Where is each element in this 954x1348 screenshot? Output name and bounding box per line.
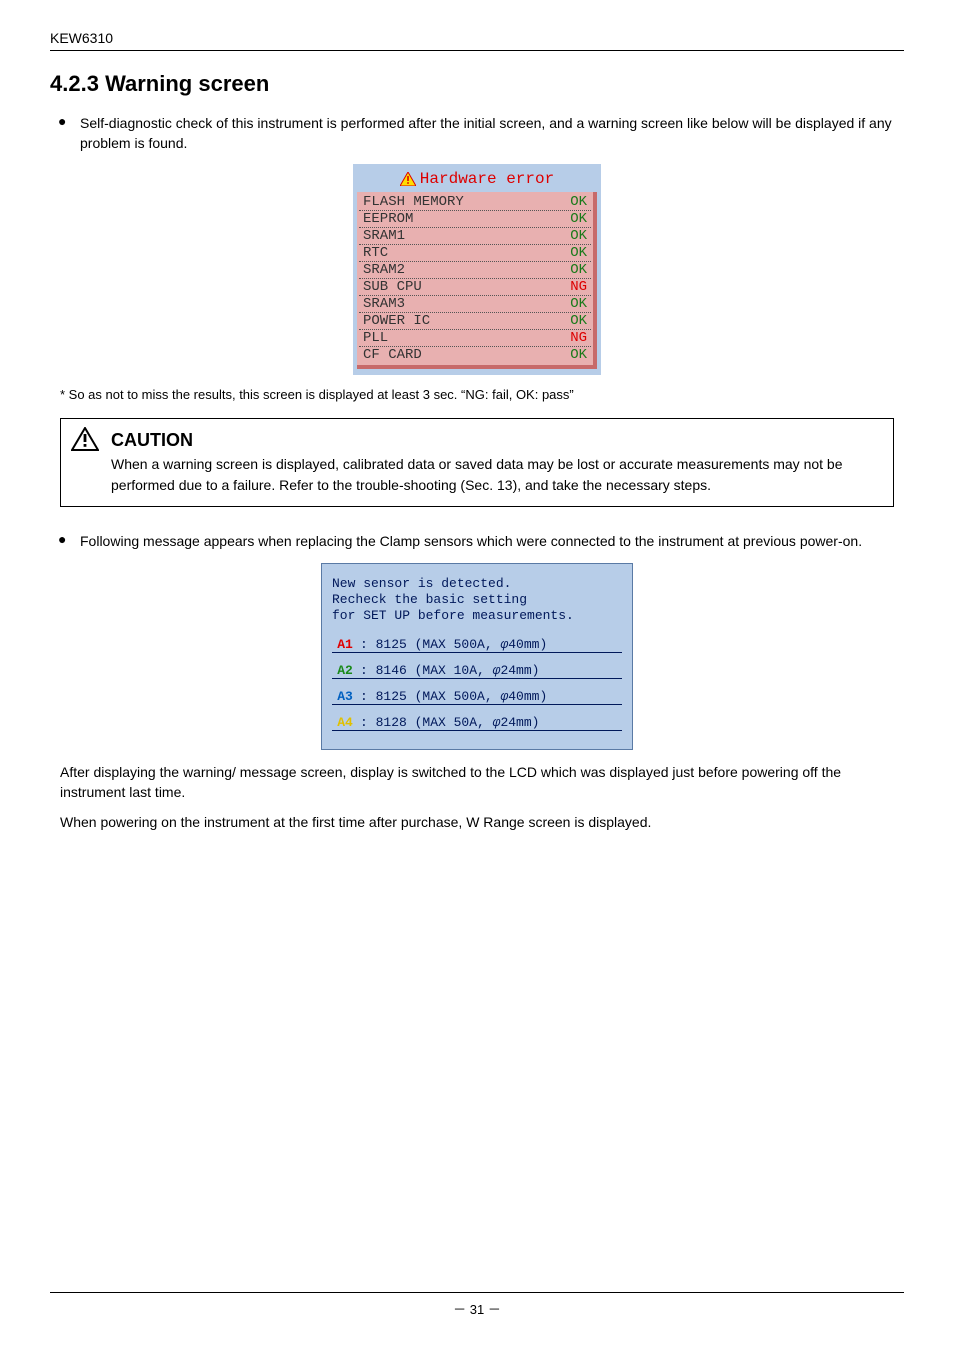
sensor-rows: A1 : 8125 (MAX 500A, φ40mm) A2 : 8146 (MAX … bbox=[332, 637, 622, 731]
hw-row: SUB CPU NG bbox=[359, 279, 591, 296]
hw-row: RTC OK bbox=[359, 245, 591, 262]
hw-item-name: SUB CPU bbox=[363, 279, 422, 295]
page-header: KEW6310 bbox=[50, 30, 904, 46]
hw-item-status: OK bbox=[570, 211, 587, 227]
hardware-error-table: FLASH MEMORY OK EEPROM OK SRAM1 OK RTC OK SRAM2 O… bbox=[357, 192, 597, 369]
hw-row: POWER IC OK bbox=[359, 313, 591, 330]
hw-row: EEPROM OK bbox=[359, 211, 591, 228]
hw-item-name: POWER IC bbox=[363, 313, 430, 329]
sensor-row: A1 : 8125 (MAX 500A, φ40mm) bbox=[332, 637, 622, 653]
caution-body: CAUTION When a warning screen is display… bbox=[111, 427, 883, 496]
sensor-desc: : 8125 (MAX 500A, φ40mm) bbox=[360, 637, 547, 652]
bullet-item: ● Self-diagnostic check of this instrume… bbox=[58, 113, 904, 154]
sensor-row: A2 : 8146 (MAX 10A, φ24mm) bbox=[332, 663, 622, 679]
sensor-desc: : 8146 (MAX 10A, φ24mm) bbox=[360, 663, 539, 678]
hw-item-status: OK bbox=[570, 194, 587, 210]
sensor-channel: A1 bbox=[334, 637, 356, 652]
page-number: － 31 － bbox=[50, 1299, 904, 1318]
caution-text: When a warning screen is displayed, cali… bbox=[111, 456, 843, 493]
hw-row: PLL NG bbox=[359, 330, 591, 347]
bullet-dot: ● bbox=[58, 113, 80, 154]
sensor-desc: : 8128 (MAX 50A, φ24mm) bbox=[360, 715, 539, 730]
hw-item-name: FLASH MEMORY bbox=[363, 194, 464, 210]
sensor-channel: A2 bbox=[334, 663, 356, 678]
hw-item-status: OK bbox=[570, 262, 587, 278]
hw-item-status: OK bbox=[570, 313, 587, 329]
warning-icon bbox=[400, 172, 416, 186]
section-title: 4.2.3 Warning screen bbox=[50, 71, 904, 97]
hardware-error-screenshot: Hardware error FLASH MEMORYOKEEPROMOKSRA… bbox=[353, 164, 601, 375]
hw-item-name: SRAM2 bbox=[363, 262, 405, 278]
sensor-row: A4 : 8128 (MAX 50A, φ24mm) bbox=[332, 715, 622, 731]
after-note-1: After displaying the warning/ message sc… bbox=[60, 762, 894, 803]
caution-icon bbox=[71, 427, 111, 496]
section-number: 4.2.3 bbox=[50, 71, 99, 96]
hw-row: SRAM1 OK bbox=[359, 228, 591, 245]
bullet-text: Following message appears when replacing… bbox=[80, 531, 904, 551]
bullet-item: ● Following message appears when replaci… bbox=[58, 531, 904, 551]
hw-item-status: OK bbox=[570, 347, 587, 363]
hw-item-name: SRAM1 bbox=[363, 228, 405, 244]
hw-caption: * So as not to miss the results, this sc… bbox=[60, 387, 894, 402]
hw-item-status: NG bbox=[570, 330, 587, 346]
hw-row: SRAM3 OK bbox=[359, 296, 591, 313]
caution-label: CAUTION bbox=[111, 430, 193, 450]
hw-item-name: CF CARD bbox=[363, 347, 422, 363]
after-note-2: When powering on the instrument at the f… bbox=[60, 812, 894, 832]
page-footer: － 31 － bbox=[50, 1292, 904, 1318]
sensor-message: New sensor is detected. Recheck the basi… bbox=[332, 576, 622, 625]
header-rule bbox=[50, 50, 904, 51]
hw-item-name: SRAM3 bbox=[363, 296, 405, 312]
section-title-text: Warning screen bbox=[105, 71, 269, 96]
caution-box: CAUTION When a warning screen is display… bbox=[60, 418, 894, 507]
sensor-channel: A3 bbox=[334, 689, 356, 704]
sensor-detected-screenshot: New sensor is detected. Recheck the basi… bbox=[321, 563, 633, 750]
hw-item-status: OK bbox=[570, 228, 587, 244]
bullet-text: Self-diagnostic check of this instrument… bbox=[80, 113, 904, 154]
close-quote: ” bbox=[569, 387, 573, 402]
hw-item-name: EEPROM bbox=[363, 211, 413, 227]
footer-rule bbox=[50, 1292, 904, 1293]
sensor-desc: : 8125 (MAX 500A, φ40mm) bbox=[360, 689, 547, 704]
sensor-row: A3 : 8125 (MAX 500A, φ40mm) bbox=[332, 689, 622, 705]
hw-row: SRAM2 OK bbox=[359, 262, 591, 279]
sensor-channel: A4 bbox=[334, 715, 356, 730]
hw-row: CF CARD OK bbox=[359, 347, 591, 363]
hardware-error-title: Hardware error bbox=[357, 168, 597, 192]
hw-row: FLASH MEMORY OK bbox=[359, 194, 591, 211]
hw-item-status: OK bbox=[570, 245, 587, 261]
hw-caption-quote: NG: fail, OK: pass bbox=[465, 387, 569, 402]
hw-caption-text: * So as not to miss the results, this sc… bbox=[60, 387, 461, 402]
hw-item-name: PLL bbox=[363, 330, 388, 346]
hardware-error-title-text: Hardware error bbox=[420, 170, 554, 188]
hw-item-status: OK bbox=[570, 296, 587, 312]
hw-item-status: NG bbox=[570, 279, 587, 295]
hw-item-name: RTC bbox=[363, 245, 388, 261]
bullet-dot: ● bbox=[58, 531, 80, 551]
